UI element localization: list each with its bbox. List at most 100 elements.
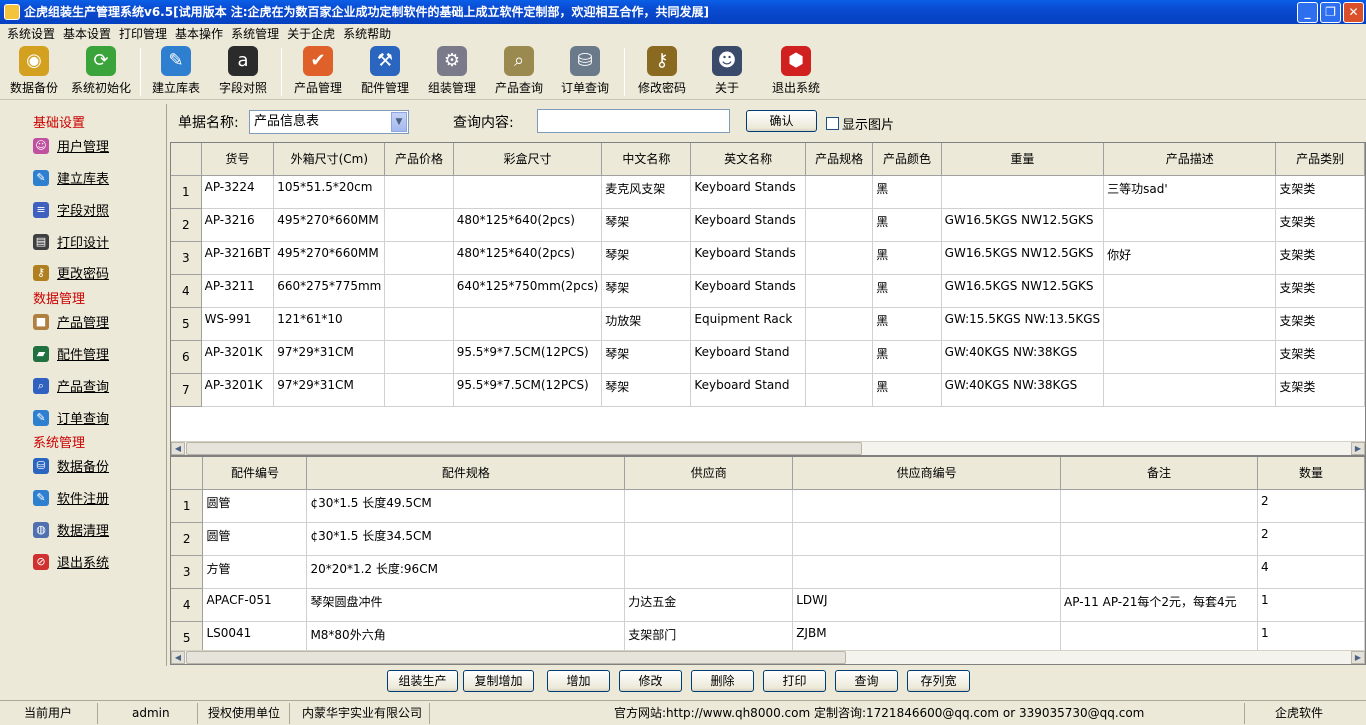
table-cell[interactable] — [384, 175, 454, 209]
table-row[interactable]: 5 WS-991 121*61*10 功放架 Equipment Rack 黑 GW:15.… — [171, 307, 1365, 341]
table-cell[interactable]: 麦克风支架 — [601, 175, 692, 209]
parts-grid-hscroll[interactable]: ◀ ▶ — [171, 650, 1365, 664]
table-cell[interactable]: 支架类 — [1275, 208, 1365, 242]
table-row[interactable]: 2 AP-3216 495*270*660MM 480*125*640(2pcs) 琴架… — [171, 208, 1365, 242]
table-cell[interactable]: 4 — [1257, 555, 1365, 589]
toolbar-button-2[interactable]: ✎ 建立库表 — [148, 46, 204, 98]
table-cell[interactable]: 琴架 — [601, 241, 692, 275]
table-cell[interactable]: 97*29*31CM — [273, 373, 386, 407]
table-cell[interactable]: GW:40KGS NW:38KGS — [941, 373, 1105, 407]
table-cell[interactable] — [453, 307, 603, 341]
row-number[interactable]: 6 — [171, 340, 202, 374]
table-cell[interactable]: GW16.5KGS NW12.5GKS — [941, 274, 1105, 308]
product-column-header[interactable]: 产品规格 — [805, 143, 874, 176]
table-cell[interactable]: 2 — [1257, 489, 1365, 523]
table-cell[interactable]: WS-991 — [201, 307, 275, 341]
maximize-button[interactable]: ❐ — [1320, 2, 1341, 23]
table-cell[interactable] — [384, 274, 454, 308]
table-cell[interactable] — [805, 208, 874, 242]
table-cell[interactable]: 1 — [1257, 588, 1365, 622]
action-button-5[interactable]: 打印 — [763, 670, 826, 692]
table-cell[interactable]: Keyboard Stands — [690, 208, 806, 242]
parts-column-header[interactable]: 配件编号 — [202, 457, 308, 490]
checkbox-box[interactable] — [826, 117, 839, 130]
table-row[interactable]: 1 圆管 ¢30*1.5 长度49.5CM 2 — [171, 489, 1365, 523]
table-cell[interactable]: Keyboard Stand — [690, 340, 806, 374]
toolbar-button-7[interactable]: ⌕ 产品查询 — [491, 46, 547, 98]
product-column-header[interactable]: 货号 — [201, 143, 275, 176]
table-cell[interactable]: AP-3201K — [201, 340, 275, 374]
table-cell[interactable]: AP-3201K — [201, 373, 275, 407]
toolbar-button-11[interactable]: ⬢ 退出系统 — [768, 46, 824, 98]
sidebar-item-9[interactable]: ⛁ 数据备份 — [33, 456, 109, 475]
table-row[interactable]: 2 圆管 ¢30*1.5 长度34.5CM 2 — [171, 522, 1365, 556]
query-content-input[interactable] — [537, 109, 730, 133]
sidebar-item-10[interactable]: ✎ 软件注册 — [33, 488, 109, 507]
table-cell[interactable]: GW:40KGS NW:38KGS — [941, 340, 1105, 374]
product-column-header[interactable]: 产品描述 — [1103, 143, 1277, 176]
table-cell[interactable]: 95.5*9*7.5CM(12PCS) — [453, 373, 603, 407]
table-cell[interactable]: 支架类 — [1275, 340, 1365, 374]
table-cell[interactable]: 480*125*640(2pcs) — [453, 241, 603, 275]
product-grid[interactable]: 货号 外箱尺寸(Cm) 产品价格 彩盒尺寸 中文名称 英文名称 产品规格 产品颜色 重量 产品描述… — [170, 142, 1366, 456]
table-cell[interactable] — [792, 555, 1062, 589]
table-cell[interactable]: 力达五金 — [624, 588, 794, 622]
table-cell[interactable]: Keyboard Stand — [690, 373, 806, 407]
menu-about[interactable]: 关于企虎 — [284, 24, 338, 44]
table-cell[interactable]: APACF-051 — [202, 588, 308, 622]
sidebar-item-1[interactable]: ✎ 建立库表 — [33, 168, 109, 187]
table-cell[interactable]: AP-3216 — [201, 208, 275, 242]
row-number[interactable]: 7 — [171, 373, 202, 407]
table-cell[interactable]: Keyboard Stands — [690, 274, 806, 308]
sidebar-item-11[interactable]: ◍ 数据清理 — [33, 520, 109, 539]
table-cell[interactable]: 105*51.5*20cm — [273, 175, 386, 209]
table-cell[interactable] — [1103, 340, 1277, 374]
action-button-2[interactable]: 增加 — [547, 670, 610, 692]
table-row[interactable]: 1 AP-3224 105*51.5*20cm 麦克风支架 Keyboard Stand… — [171, 175, 1365, 209]
table-cell[interactable] — [453, 175, 603, 209]
product-column-header[interactable]: 彩盒尺寸 — [453, 143, 603, 176]
scroll-thumb[interactable] — [186, 442, 862, 455]
minimize-button[interactable]: _ — [1297, 2, 1318, 23]
table-cell[interactable]: 琴架 — [601, 373, 692, 407]
sidebar-item-12[interactable]: ⊘ 退出系统 — [33, 552, 109, 571]
action-button-3[interactable]: 修改 — [619, 670, 682, 692]
scroll-left-icon[interactable]: ◀ — [171, 442, 185, 455]
table-cell[interactable]: 黑 — [872, 208, 942, 242]
table-cell[interactable]: AP-3216BT — [201, 241, 275, 275]
table-cell[interactable] — [805, 373, 874, 407]
scroll-right-icon[interactable]: ▶ — [1351, 651, 1365, 664]
table-cell[interactable] — [384, 340, 454, 374]
sidebar-item-5[interactable]: ■ 产品管理 — [33, 312, 109, 331]
table-cell[interactable]: 圆管 — [202, 522, 308, 556]
table-cell[interactable] — [624, 555, 794, 589]
table-cell[interactable] — [792, 522, 1062, 556]
toolbar-button-3[interactable]: a 字段对照 — [214, 46, 272, 98]
parts-column-header[interactable]: 供应商编号 — [792, 457, 1062, 490]
table-cell[interactable] — [805, 175, 874, 209]
parts-column-header[interactable]: 配件规格 — [306, 457, 626, 490]
toolbar-button-10[interactable]: ☻ 关于 — [704, 46, 750, 98]
table-cell[interactable] — [1103, 373, 1277, 407]
table-cell[interactable]: 495*270*660MM — [273, 208, 386, 242]
table-cell[interactable]: AP-3211 — [201, 274, 275, 308]
table-cell[interactable] — [1103, 208, 1277, 242]
scroll-right-icon[interactable]: ▶ — [1351, 442, 1365, 455]
table-row[interactable]: 7 AP-3201K 97*29*31CM 95.5*9*7.5CM(12PCS) 琴架… — [171, 373, 1365, 407]
menu-basic-operations[interactable]: 基本操作 — [172, 24, 226, 44]
product-column-header[interactable]: 产品颜色 — [872, 143, 942, 176]
table-cell[interactable]: GW16.5KGS NW12.5GKS — [941, 208, 1105, 242]
toolbar-button-8[interactable]: ⛁ 订单查询 — [558, 46, 612, 98]
table-cell[interactable]: Keyboard Stands — [690, 241, 806, 275]
table-cell[interactable]: 2 — [1257, 522, 1365, 556]
table-cell[interactable]: Equipment Rack — [690, 307, 806, 341]
table-cell[interactable]: Keyboard Stands — [690, 175, 806, 209]
action-button-4[interactable]: 删除 — [691, 670, 754, 692]
action-button-0[interactable]: 组装生产 — [387, 670, 458, 692]
row-number[interactable]: 1 — [171, 175, 202, 209]
menu-system-settings[interactable]: 系统设置 — [4, 24, 58, 44]
product-column-header[interactable]: 产品类别 — [1275, 143, 1365, 176]
table-cell[interactable] — [384, 373, 454, 407]
row-number[interactable]: 2 — [171, 522, 204, 556]
product-column-header[interactable]: 中文名称 — [601, 143, 692, 176]
